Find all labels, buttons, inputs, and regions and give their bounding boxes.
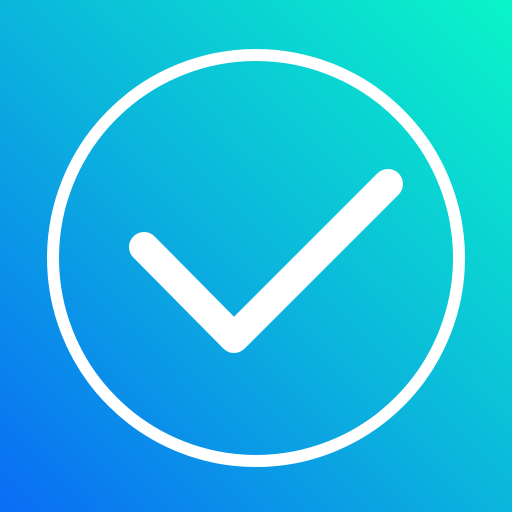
checkmark-glyph xyxy=(129,169,403,353)
checkmark-circle-icon xyxy=(47,49,465,467)
app-icon-tile xyxy=(0,0,512,512)
outline-circle xyxy=(47,49,465,467)
